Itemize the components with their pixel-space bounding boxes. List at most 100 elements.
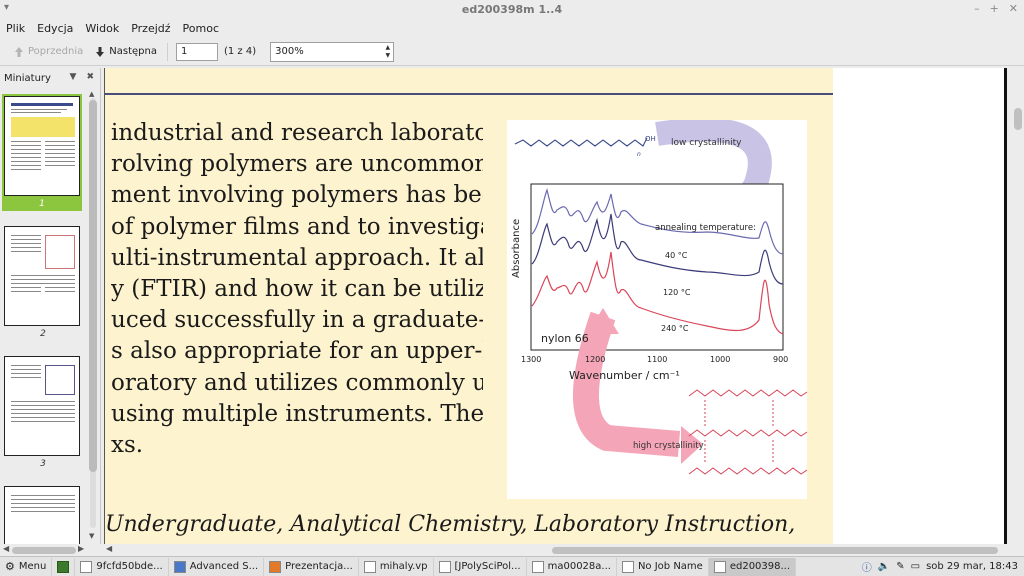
window-titlebar[interactable]: ▾ ed200398m 1..4 – + ✕ xyxy=(0,0,1024,19)
y-axis-label: Absorbance xyxy=(511,219,522,278)
thumbnail-label: 2 xyxy=(40,329,46,339)
keywords-line: Undergraduate, Analytical Chemistry, Lab… xyxy=(105,512,796,537)
document-vertical-scrollbar[interactable] xyxy=(1009,68,1024,544)
taskbar-item-label: ma00028a... xyxy=(547,561,611,572)
browser-icon xyxy=(173,560,186,573)
text-line: oratory and utilizes commonly used xyxy=(111,369,483,396)
text-line: industrial and research laboratories xyxy=(111,120,483,146)
scroll-up-icon[interactable]: ▲ xyxy=(89,90,94,98)
system-tray: ⓘ 🔈 ✎ ▭ sob 29 mar, 18:43 xyxy=(862,559,1024,574)
scroll-thumb[interactable] xyxy=(1014,108,1022,130)
text-line: rolving polymers are uncommon in xyxy=(111,151,483,178)
high-crystallinity-label: high crystallinity xyxy=(633,441,704,451)
scroll-thumb[interactable] xyxy=(552,547,998,554)
taskbar-item-label: Advanced S... xyxy=(189,561,259,572)
volume-icon[interactable]: 🔈 xyxy=(878,561,890,572)
annealing-title: annealing temperature: xyxy=(655,223,756,233)
info-icon[interactable]: ⓘ xyxy=(862,559,872,574)
maximize-icon[interactable]: + xyxy=(990,2,999,15)
taskbar-item[interactable]: Prezentacja... xyxy=(264,557,359,576)
text-line: of polymer films and to investigate xyxy=(111,213,483,240)
zoom-select[interactable]: 300% ▲ ▼ xyxy=(270,41,395,62)
arrow-down-icon xyxy=(96,46,105,57)
thumbnail-page-2[interactable]: 2 xyxy=(4,226,82,339)
sidebar-close-icon[interactable]: ✖ xyxy=(86,72,94,82)
sample-label: nylon 66 xyxy=(541,332,589,345)
page-edge xyxy=(1004,68,1007,544)
thumbnail-page-1[interactable]: 1 xyxy=(2,94,82,211)
page-count: (1 z 4) xyxy=(223,46,257,57)
menu-edycja[interactable]: Edycja xyxy=(37,22,73,35)
thumbnail-label: 1 xyxy=(39,199,45,209)
next-page-button[interactable]: Następna xyxy=(89,41,163,63)
network-icon[interactable]: ✎ xyxy=(896,561,904,572)
body-text: industrial and research laboratories rol… xyxy=(111,118,483,461)
document-icon xyxy=(80,560,93,573)
close-window-icon[interactable]: ✕ xyxy=(1009,2,1018,15)
document-horizontal-scrollbar[interactable]: ◀ xyxy=(104,544,1010,556)
taskbar-item-label: [JPolySciPol... xyxy=(454,561,521,572)
toolbar-separator xyxy=(166,42,168,61)
minimize-icon[interactable]: – xyxy=(974,2,980,15)
sidebar-scrollbar[interactable]: ▲ ▼ xyxy=(88,90,98,542)
document-icon xyxy=(621,560,634,573)
text-line: using multiple instruments. The xyxy=(111,400,483,427)
scroll-down-icon[interactable]: ▼ xyxy=(89,532,94,540)
start-menu-button[interactable]: ⚙ Menu xyxy=(0,557,53,576)
scroll-left-icon[interactable]: ◀ xyxy=(3,544,9,553)
text-line: ulti-instrumental approach. It also xyxy=(111,244,483,271)
thumbnail-page-3[interactable]: 3 xyxy=(4,356,82,469)
taskbar-item-active[interactable]: ed200398... xyxy=(708,557,797,576)
sidebar-dropdown-icon[interactable]: ▼ xyxy=(70,72,77,82)
document-icon xyxy=(713,560,726,573)
text-line: uced successfully in a graduate-level xyxy=(111,307,483,334)
window-title: ed200398m 1..4 xyxy=(461,3,563,16)
taskbar-item[interactable]: No Job Name xyxy=(617,557,709,576)
repeat-n-label: n xyxy=(637,151,641,158)
battery-icon[interactable]: ▭ xyxy=(911,561,920,572)
terminal-launcher[interactable] xyxy=(52,557,76,576)
text-line: y (FTIR) and how it can be utilized xyxy=(111,276,483,303)
scroll-thumb[interactable] xyxy=(12,547,76,554)
text-line: s also appropriate for an upper-level xyxy=(111,338,483,365)
menubar: Plik Edycja Widok Przejdź Pomoc xyxy=(0,19,1024,37)
document-view[interactable]: industrial and research laboratories rol… xyxy=(104,68,1004,544)
page-rule xyxy=(105,93,833,95)
scroll-right-icon[interactable]: ▶ xyxy=(78,544,84,553)
page-number-input[interactable]: 1 xyxy=(175,42,218,61)
spin-arrows-icon: ▲ ▼ xyxy=(385,43,391,59)
previous-page-label: Poprzednia xyxy=(28,46,84,57)
document-icon xyxy=(438,560,451,573)
scroll-thumb[interactable] xyxy=(89,100,97,472)
taskbar-item-label: ed200398... xyxy=(729,561,791,572)
arrow-up-icon xyxy=(15,46,23,57)
x-axis-label: Wavenumber / cm⁻¹ xyxy=(569,369,680,382)
thumbnail-image xyxy=(4,226,80,326)
x-tick-label: 1200 xyxy=(585,355,605,364)
thumbnail-image xyxy=(4,356,80,456)
previous-page-button[interactable]: Poprzednia xyxy=(8,41,89,63)
menu-pomoc[interactable]: Pomoc xyxy=(183,22,219,35)
taskbar-item[interactable]: mihaly.vp xyxy=(359,557,434,576)
menu-plik[interactable]: Plik xyxy=(6,22,25,35)
taskbar-item[interactable]: ma00028a... xyxy=(527,557,617,576)
sidebar-title: Miniatury xyxy=(4,72,51,84)
window-menu-icon[interactable]: ▾ xyxy=(4,2,9,13)
hydroxyl-label: OH xyxy=(645,135,656,143)
x-tick-label: 1000 xyxy=(710,355,730,364)
taskbar-item-label: No Job Name xyxy=(637,561,703,572)
thumbnail-page-4[interactable]: 4 xyxy=(4,486,82,544)
clock[interactable]: sob 29 mar, 18:43 xyxy=(926,561,1018,572)
taskbar-item-label: Prezentacja... xyxy=(285,561,353,572)
thumbnail-label: 3 xyxy=(40,459,46,469)
menu-widok[interactable]: Widok xyxy=(85,22,119,35)
scroll-left-icon[interactable]: ◀ xyxy=(106,544,112,553)
taskbar-item[interactable]: [JPolySciPol... xyxy=(434,557,527,576)
document-icon xyxy=(363,560,376,573)
x-tick-label: 1100 xyxy=(647,355,667,364)
taskbar-item[interactable]: 9fcfd50bde... xyxy=(75,557,169,576)
sidebar-horizontal-scrollbar[interactable]: ◀ ▶ xyxy=(0,544,88,556)
taskbar-item[interactable]: Advanced S... xyxy=(169,557,265,576)
menu-przejdz[interactable]: Przejdź xyxy=(131,22,170,35)
document-icon xyxy=(531,560,544,573)
